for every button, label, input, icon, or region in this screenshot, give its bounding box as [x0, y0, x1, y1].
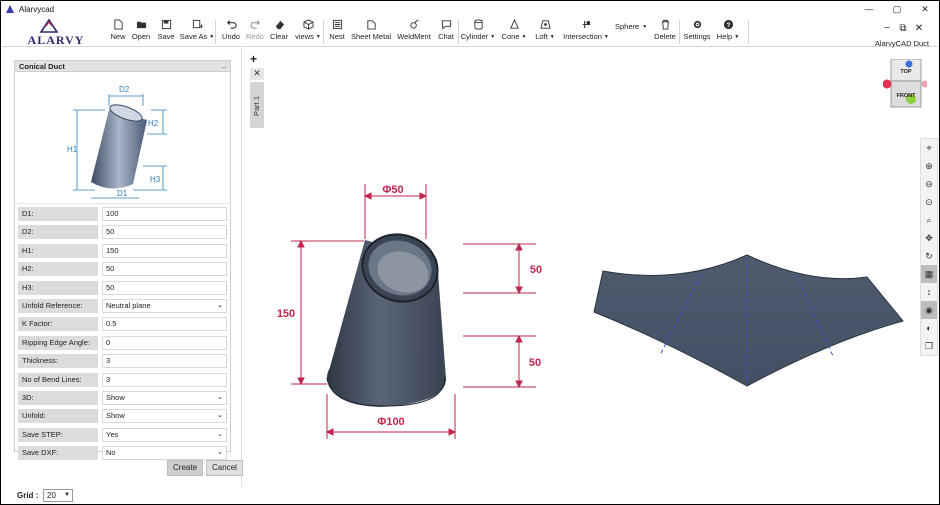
save-step-select[interactable]: Yes ⌄ [102, 427, 227, 442]
conical-duct-panel: Conical Duct ‒ D2 H1 H2 H3 D1 D1: 100 D2… [14, 60, 231, 461]
property-row: Save STEP: Yes ⌄ [18, 427, 229, 442]
thickness-input[interactable]: 3 [102, 354, 227, 369]
property-row: D2: 50 [18, 225, 229, 240]
tab-part-1[interactable]: Part 1 [250, 82, 264, 128]
zoom-fit-icon[interactable]: ⊙ [921, 193, 937, 211]
diagram-label-d2: D2 [119, 85, 130, 94]
d2-input[interactable]: 50 [102, 225, 227, 240]
grid-size-select[interactable]: 20 ▼ [43, 489, 73, 502]
save-dxf-select[interactable]: No ⌄ [102, 446, 227, 461]
zoom-out-icon[interactable]: ⊖ [921, 175, 937, 193]
prop-label-d2: D2: [18, 225, 98, 240]
panel-title: Conical Duct [19, 62, 65, 71]
unfolded-pattern[interactable] [593, 254, 904, 387]
mouse-icon[interactable]: ⌖ [921, 139, 937, 157]
prop-label-thickness: Thickness: [18, 354, 98, 369]
pan-icon[interactable]: ✥ [921, 229, 937, 247]
rotate-icon[interactable]: ↻ [921, 247, 937, 265]
view-toolbar: ⌖ ⊕ ⊖ ⊙ ⌕ ✥ ↻ ▦ ↕ ◉ ◐ ❐ [920, 138, 938, 356]
prop-label-unfold: Unfold: [18, 409, 98, 424]
cone-3d-model[interactable] [326, 225, 446, 407]
grid-icon[interactable]: ▦ [921, 265, 937, 283]
property-row: Thickness: 3 [18, 354, 229, 369]
grid-label: Grid : [17, 491, 39, 500]
prop-label-unfold-reference: Unfold Reference: [18, 299, 98, 313]
diagram-label-d1: D1 [117, 189, 128, 198]
d1-input[interactable]: 100 [102, 207, 227, 221]
prop-label-k-factor: K Factor: [18, 317, 98, 332]
panel-collapse-icon[interactable]: ‒ [222, 61, 226, 72]
property-row: H1: 150 [18, 243, 229, 258]
chevron-down-icon: ⌄ [217, 430, 223, 438]
diagram-label-h2: H2 [148, 119, 159, 128]
k-factor-input[interactable]: 0.5 [102, 317, 227, 332]
dim-h3: 50 [529, 357, 541, 369]
prop-label-save-dxf: Save DXF: [18, 446, 98, 461]
property-row: Ripping Edge Angle: 0 [18, 335, 229, 350]
chevron-down-icon: ⌄ [217, 394, 223, 401]
view-cube[interactable]: TOP FRONT [882, 58, 929, 109]
prop-label-h3: H3: [18, 280, 98, 295]
create-button[interactable]: Create [167, 460, 204, 476]
ripping-edge-angle-input[interactable]: 0 [102, 335, 227, 350]
viewcube-top-label: TOP [900, 69, 912, 75]
duct-diagram: D2 H1 H2 H3 D1 [15, 72, 230, 204]
unfold-reference-select[interactable]: Neutral plane ⌄ [102, 299, 227, 313]
prop-label-3d: 3D: [18, 391, 98, 405]
contrast-icon[interactable]: ◐ [921, 319, 937, 337]
prop-label-h2: H2: [18, 262, 98, 277]
layers-icon[interactable]: ❐ [921, 337, 937, 355]
h2-input[interactable]: 50 [102, 262, 227, 277]
prop-label-d1: D1: [18, 207, 98, 221]
property-row: Unfold: Show ⌄ [18, 409, 229, 424]
property-row: Unfold Reference: Neutral plane ⌄ [18, 299, 229, 313]
vertical-icon[interactable]: ↕ [921, 283, 937, 301]
property-row: H3: 50 [18, 280, 229, 295]
part-tab-strip: + ✕ Part 1 [246, 48, 266, 128]
no-of-bend-lines-input[interactable]: 3 [102, 372, 227, 387]
add-part-button[interactable]: + [250, 52, 257, 66]
zoom-window-icon[interactable]: ⌕ [921, 211, 937, 229]
dim-h2: 50 [530, 264, 542, 276]
diagram-label-h3: H3 [150, 175, 161, 184]
diagram-label-h1: H1 [67, 145, 78, 154]
chevron-down-icon: ⌄ [217, 412, 223, 420]
status-bar: Grid : 20 ▼ [1, 487, 939, 504]
property-row: 3D: Show ⌄ [18, 391, 229, 405]
property-row: H2: 50 [18, 262, 229, 277]
prop-label-h1: H1: [18, 243, 98, 258]
eye-icon[interactable]: ◉ [921, 301, 937, 319]
3d-select[interactable]: Show ⌄ [102, 391, 227, 405]
close-part-button[interactable]: ✕ [250, 68, 264, 80]
property-row: D1: 100 [18, 207, 229, 221]
unfold-select[interactable]: Show ⌄ [102, 409, 227, 424]
h3-input[interactable]: 50 [102, 280, 227, 295]
dim-height: 150 [277, 308, 295, 320]
viewcube-front-label: FRONT [897, 93, 917, 99]
part-tab-label: Part 1 [252, 95, 261, 116]
chevron-down-icon: ⌄ [217, 449, 223, 457]
h1-input[interactable]: 150 [102, 243, 227, 258]
dim-top-diameter: Φ50 [382, 184, 403, 196]
property-row: Save DXF: No ⌄ [18, 446, 229, 461]
prop-label-save-step: Save STEP: [18, 427, 98, 442]
prop-label-no-of-bend-lines: No of Bend Lines: [18, 372, 98, 387]
panel-header: Conical Duct ‒ [15, 61, 230, 72]
zoom-in-icon[interactable]: ⊕ [921, 157, 937, 175]
app-window: Alarvycad — ▢ ✕ ALARVY New Open Save Save A… [1, 1, 939, 504]
prop-label-ripping-edge-angle: Ripping Edge Angle: [18, 335, 98, 350]
chevron-down-icon: ⌄ [217, 302, 223, 309]
cancel-button[interactable]: Cancel [206, 460, 243, 476]
property-row: No of Bend Lines: 3 [18, 372, 229, 387]
property-row: K Factor: 0.5 [18, 317, 229, 332]
dim-bottom-diameter: Φ100 [377, 416, 404, 428]
